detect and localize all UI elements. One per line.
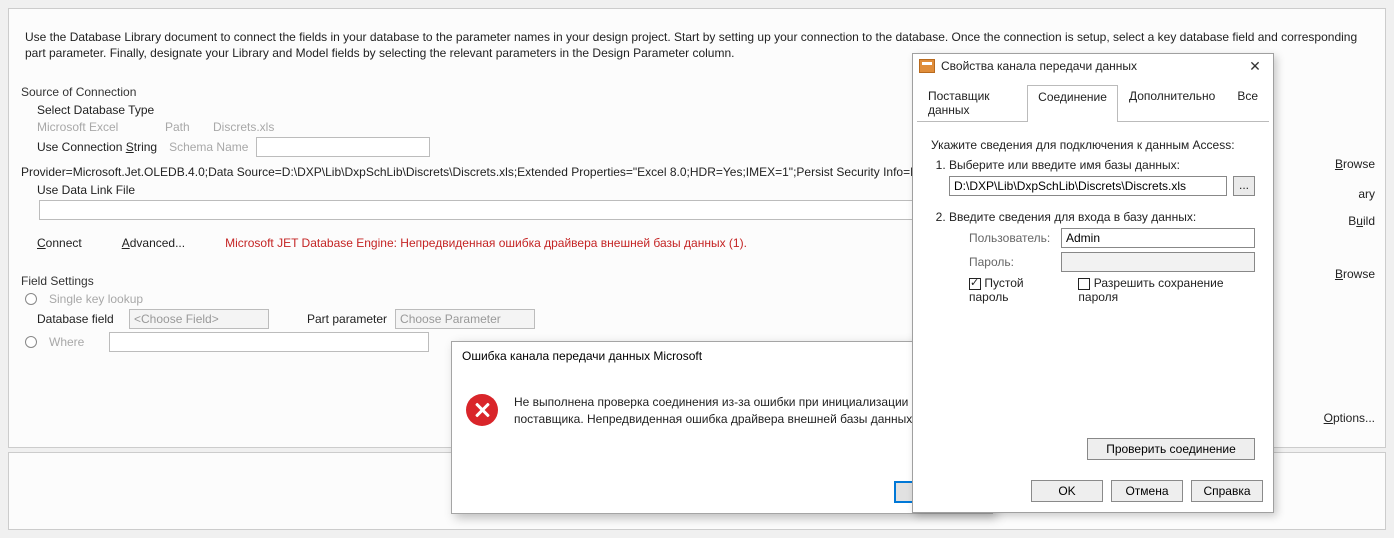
tab-connection[interactable]: Соединение bbox=[1027, 85, 1118, 122]
select-db-type-label: Select Database Type bbox=[37, 103, 154, 117]
single-key-radio[interactable] bbox=[25, 293, 37, 305]
tabs: Поставщик данных Соединение Дополнительн… bbox=[917, 84, 1269, 122]
user-label: Пользователь: bbox=[969, 231, 1055, 245]
allow-save-label: Разрешить сохранение пароля bbox=[1078, 276, 1223, 304]
tab-provider[interactable]: Поставщик данных bbox=[917, 84, 1027, 121]
close-icon[interactable]: ✕ bbox=[1241, 58, 1269, 75]
step1-label: Выберите или введите имя базы данных: bbox=[949, 158, 1180, 172]
user-input[interactable] bbox=[1061, 228, 1255, 248]
step2-label: Введите сведения для входа в базу данных… bbox=[949, 210, 1196, 224]
error-dialog-title: Ошибка канала передачи данных Microsoft bbox=[462, 349, 702, 363]
error-message: Microsoft JET Database Engine: Непредвид… bbox=[225, 236, 747, 250]
data-link-file-input[interactable] bbox=[39, 200, 919, 220]
test-connection-button[interactable]: Проверить соединение bbox=[1087, 438, 1255, 460]
where-label: Where bbox=[49, 335, 101, 349]
db-field-select[interactable] bbox=[129, 309, 269, 329]
single-key-label: Single key lookup bbox=[49, 292, 143, 306]
datalink-icon bbox=[919, 59, 935, 73]
ms-excel-label: Microsoft Excel bbox=[37, 120, 157, 134]
where-radio[interactable] bbox=[25, 336, 37, 348]
prop-help-button[interactable]: Справка bbox=[1191, 480, 1263, 502]
part-param-select[interactable] bbox=[395, 309, 535, 329]
connect-button[interactable]: Connect bbox=[37, 236, 82, 250]
part-param-label: Part parameter bbox=[307, 312, 387, 326]
password-label: Пароль: bbox=[969, 255, 1055, 269]
build-button[interactable]: Build bbox=[1348, 212, 1375, 230]
password-input[interactable] bbox=[1061, 252, 1255, 272]
error-icon bbox=[466, 394, 498, 426]
tab-advanced[interactable]: Дополнительно bbox=[1118, 84, 1226, 121]
browse-button-1[interactable]: Browse bbox=[1335, 155, 1375, 173]
checkbox-icon bbox=[1078, 278, 1090, 290]
browse-button-2[interactable]: Browse bbox=[1335, 265, 1375, 283]
path-value: Discrets.xls bbox=[213, 120, 274, 134]
prop-ok-button[interactable]: OK bbox=[1031, 480, 1103, 502]
allow-save-option[interactable]: Разрешить сохранение пароля bbox=[1078, 276, 1255, 304]
schema-name-input[interactable] bbox=[256, 137, 430, 157]
properties-dialog: Свойства канала передачи данных ✕ Постав… bbox=[912, 53, 1274, 513]
error-dialog-message: Не выполнена проверка соединения из-за о… bbox=[514, 394, 954, 428]
browse-db-button[interactable]: ... bbox=[1233, 176, 1255, 196]
db-field-label: Database field bbox=[37, 312, 121, 326]
properties-title: Свойства канала передачи данных bbox=[941, 59, 1241, 73]
options-button[interactable]: Options... bbox=[1324, 409, 1375, 427]
empty-password-option[interactable]: Пустой пароль bbox=[969, 276, 1060, 304]
schema-name-label: Schema Name bbox=[169, 140, 248, 154]
ary-label: ary bbox=[1358, 185, 1375, 203]
use-conn-string-label: Use Connection String bbox=[37, 140, 157, 154]
prop-cancel-button[interactable]: Отмена bbox=[1111, 480, 1183, 502]
db-path-input[interactable] bbox=[949, 176, 1227, 196]
advanced-button[interactable]: Advanced... bbox=[122, 236, 185, 250]
checkbox-icon bbox=[969, 278, 981, 290]
tab-all[interactable]: Все bbox=[1226, 84, 1269, 121]
hint-text: Укажите сведения для подключения к данны… bbox=[931, 138, 1255, 152]
where-input[interactable] bbox=[109, 332, 429, 352]
use-data-link-label: Use Data Link File bbox=[37, 183, 135, 197]
path-label: Path bbox=[165, 120, 205, 134]
